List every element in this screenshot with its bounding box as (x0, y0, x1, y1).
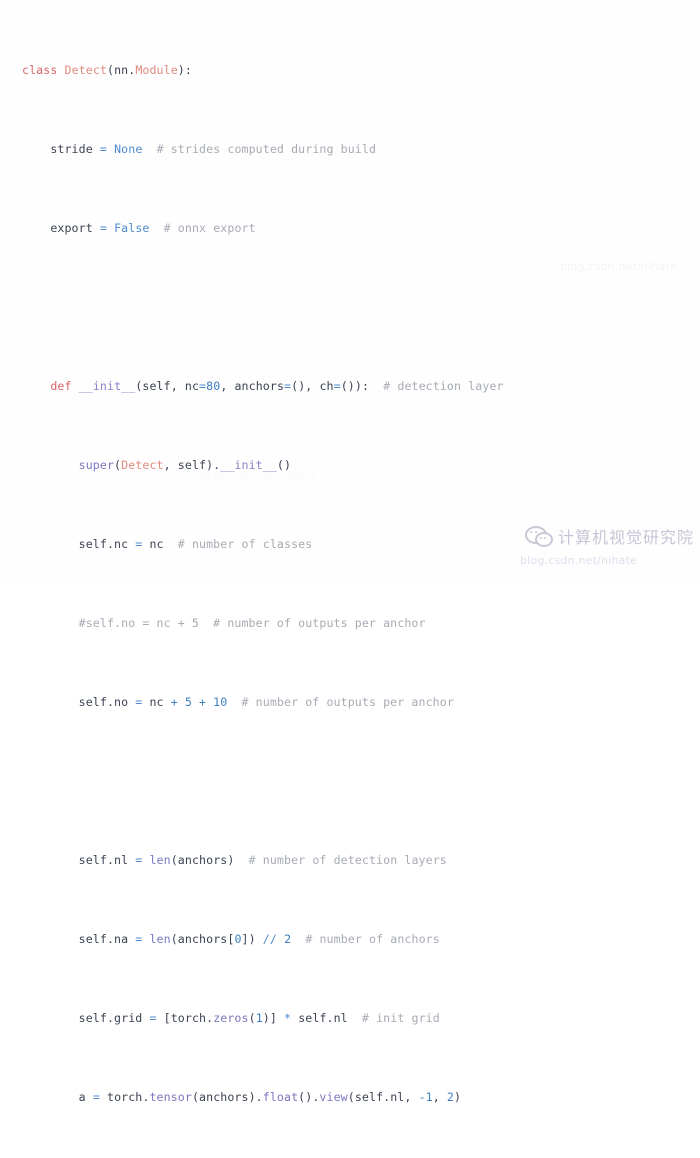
code-listing: class Detect(nn.Module): stride = None #… (0, 2, 700, 1158)
code-viewer: class Detect(nn.Module): stride = None #… (0, 0, 700, 1104)
code-line: stride = None # strides computed during … (22, 142, 377, 157)
brand-label: 计算机视觉研究院 (557, 528, 694, 547)
wechat-bubbles-icon (524, 525, 553, 547)
code-line: a = torch.tensor(anchors).float().view(s… (22, 1090, 462, 1105)
code-line: super(Detect, self).__init__() (78, 458, 292, 473)
brand-badge: 计算机视觉研究院 (524, 524, 694, 548)
code-line: export = False # onnx export (22, 221, 256, 236)
code-line: self.nl = len(anchors) # number of detec… (22, 853, 447, 868)
code-line: self.na = len(anchors[0]) // 2 # number … (22, 932, 440, 947)
code-line: self.grid = [torch.zeros(1)] * self.nl #… (22, 1011, 440, 1026)
code-line: def __init__(self, nc=80, anchors=(), ch… (50, 379, 504, 394)
code-line: class Detect(nn.Module): (22, 63, 192, 78)
code-line: self.no = nc + 5 + 10 # number of output… (22, 695, 454, 710)
code-line: #self.no = nc + 5 # number of outputs pe… (22, 616, 426, 631)
